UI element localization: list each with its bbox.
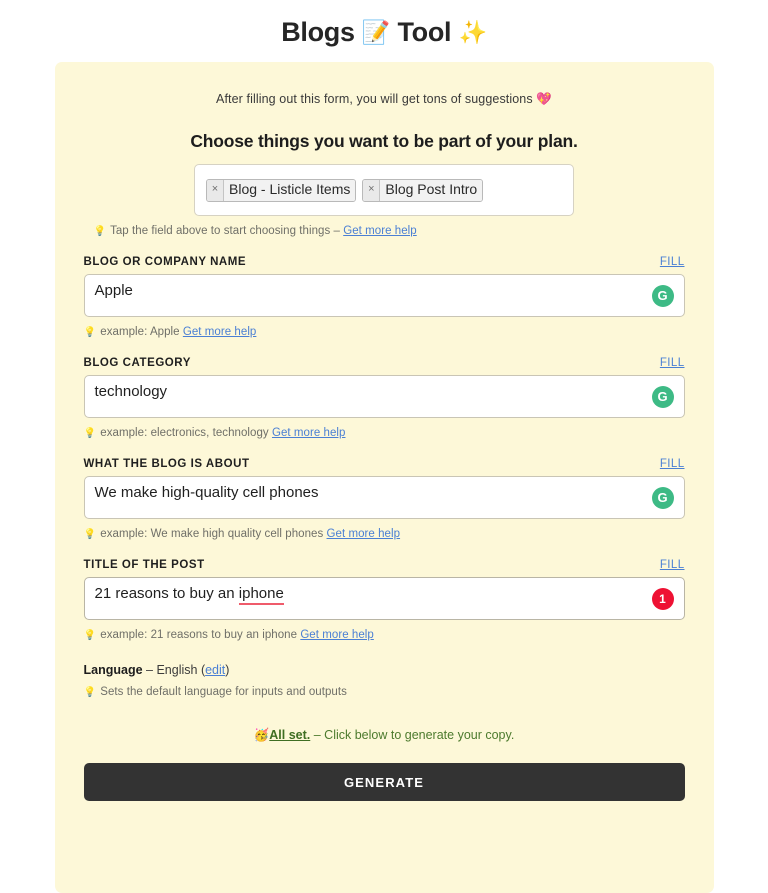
error-count: 1 bbox=[659, 591, 666, 606]
lightbulb-icon: 💡 bbox=[83, 630, 97, 642]
field-label: WHAT THE BLOG IS ABOUT bbox=[83, 458, 250, 471]
regenerate-glyph: G bbox=[657, 490, 668, 506]
regenerate-glyph: G bbox=[657, 288, 668, 304]
regenerate-icon[interactable]: G bbox=[651, 284, 674, 307]
field-group-what-the-blog-is-about: WHAT THE BLOG IS ABOUT FILL We make high… bbox=[83, 458, 685, 540]
field-group-blog-or-company-name: BLOG OR COMPANY NAME FILL Apple G 💡 exam… bbox=[83, 256, 685, 338]
generate-button[interactable]: GENERATE bbox=[83, 763, 685, 802]
all-set-strong: All set. bbox=[269, 728, 311, 743]
field-hint: 💡 example: Apple Get more help bbox=[84, 326, 685, 338]
field-hint: 💡 example: electronics, technology Get m… bbox=[84, 427, 685, 439]
hint-text: Tap the field above to start choosing th… bbox=[110, 225, 340, 238]
blog-or-company-name-input[interactable]: Apple G bbox=[83, 274, 685, 318]
intro-text: After filling out this form, you will ge… bbox=[216, 92, 552, 107]
get-more-help-link[interactable]: Get more help bbox=[343, 225, 417, 237]
field-hint: 💡 example: 21 reasons to buy an iphone G… bbox=[84, 629, 685, 641]
chip-remove-icon[interactable]: × bbox=[207, 179, 224, 201]
spellcheck-flagged-word: iphone bbox=[238, 585, 284, 606]
field-hint: 💡 example: We make high quality cell pho… bbox=[84, 528, 685, 540]
language-separator: – bbox=[142, 663, 157, 678]
language-row: Language – English (edit) bbox=[84, 663, 685, 677]
plan-items-token-field[interactable]: × Blog - Listicle Items × Blog Post Intr… bbox=[194, 164, 574, 217]
hint-text: example: We make high quality cell phone… bbox=[100, 528, 324, 541]
token-field-hint: 💡 Tap the field above to start choosing … bbox=[94, 225, 685, 237]
page-title-text-1: Blogs bbox=[281, 17, 355, 47]
field-head: BLOG CATEGORY FILL bbox=[84, 357, 685, 369]
page-title: Blogs 📝 Tool ✨ bbox=[0, 0, 768, 62]
lightbulb-icon: 💡 bbox=[93, 226, 107, 238]
sparkles-icon: ✨ bbox=[458, 19, 487, 45]
regenerate-icon[interactable]: G bbox=[651, 385, 674, 408]
field-group-title-of-the-post: TITLE OF THE POST FILL 21 reasons to buy… bbox=[83, 559, 685, 641]
blog-category-input[interactable]: technology G bbox=[83, 375, 685, 419]
party-face-icon: 🥳 bbox=[253, 728, 270, 743]
form-panel: After filling out this form, you will ge… bbox=[54, 62, 714, 893]
get-more-help-link[interactable]: Get more help bbox=[327, 528, 401, 540]
lightbulb-icon: 💡 bbox=[83, 687, 97, 699]
language-edit-link[interactable]: edit bbox=[205, 663, 225, 677]
language-hint: 💡 Sets the default language for inputs a… bbox=[84, 686, 685, 698]
regenerate-glyph: G bbox=[657, 389, 668, 405]
hint-text: Sets the default language for inputs and… bbox=[100, 686, 347, 699]
hint-text: example: 21 reasons to buy an iphone bbox=[100, 629, 298, 642]
field-label: TITLE OF THE POST bbox=[83, 559, 205, 572]
field-head: TITLE OF THE POST FILL bbox=[84, 559, 685, 571]
input-value: Apple bbox=[94, 282, 133, 300]
fill-link[interactable]: FILL bbox=[660, 559, 685, 571]
title-of-the-post-input[interactable]: 21 reasons to buy an iphone 1 bbox=[83, 577, 685, 621]
language-label: Language bbox=[83, 663, 143, 678]
chip-remove-icon[interactable]: × bbox=[363, 179, 381, 201]
what-the-blog-is-about-input[interactable]: We make high-quality cell phones G bbox=[83, 476, 685, 520]
chip-blog-post-intro[interactable]: × Blog Post Intro bbox=[362, 178, 484, 202]
lightbulb-icon: 💡 bbox=[83, 428, 97, 440]
all-set-rest: – Click below to generate your copy. bbox=[310, 728, 515, 743]
chip-label: Blog Post Intro bbox=[380, 179, 483, 201]
paren-close: ) bbox=[225, 663, 230, 678]
fill-link[interactable]: FILL bbox=[660, 256, 685, 268]
memo-icon: 📝 bbox=[361, 19, 391, 45]
section-heading: Choose things you want to be part of you… bbox=[190, 131, 578, 152]
hint-text: example: electronics, technology bbox=[100, 427, 269, 440]
lightbulb-icon: 💡 bbox=[83, 529, 97, 541]
lightbulb-icon: 💡 bbox=[83, 327, 97, 339]
input-value-prefix: 21 reasons to buy an bbox=[94, 585, 239, 603]
field-head: BLOG OR COMPANY NAME FILL bbox=[84, 256, 685, 268]
error-count-badge[interactable]: 1 bbox=[651, 587, 674, 610]
field-group-blog-category: BLOG CATEGORY FILL technology G 💡 exampl… bbox=[83, 357, 685, 439]
fill-link[interactable]: FILL bbox=[660, 458, 685, 470]
hint-text: example: Apple bbox=[100, 326, 180, 339]
page-title-text-2: Tool bbox=[397, 17, 452, 47]
input-value: We make high-quality cell phones bbox=[94, 484, 319, 502]
all-set-message: 🥳All set. – Click below to generate your… bbox=[84, 728, 685, 743]
input-value: technology bbox=[94, 383, 168, 401]
field-head: WHAT THE BLOG IS ABOUT FILL bbox=[84, 458, 685, 470]
get-more-help-link[interactable]: Get more help bbox=[183, 326, 257, 338]
field-label: BLOG CATEGORY bbox=[83, 357, 191, 370]
fill-link[interactable]: FILL bbox=[660, 357, 685, 369]
input-value: 21 reasons to buy an iphone bbox=[94, 585, 284, 606]
field-label: BLOG OR COMPANY NAME bbox=[83, 256, 247, 269]
get-more-help-link[interactable]: Get more help bbox=[272, 427, 346, 439]
language-value: English bbox=[156, 663, 198, 678]
get-more-help-link[interactable]: Get more help bbox=[300, 629, 374, 641]
chip-label: Blog - Listicle Items bbox=[224, 179, 356, 201]
regenerate-icon[interactable]: G bbox=[651, 486, 674, 509]
chip-blog-listicle-items[interactable]: × Blog - Listicle Items bbox=[206, 178, 357, 202]
